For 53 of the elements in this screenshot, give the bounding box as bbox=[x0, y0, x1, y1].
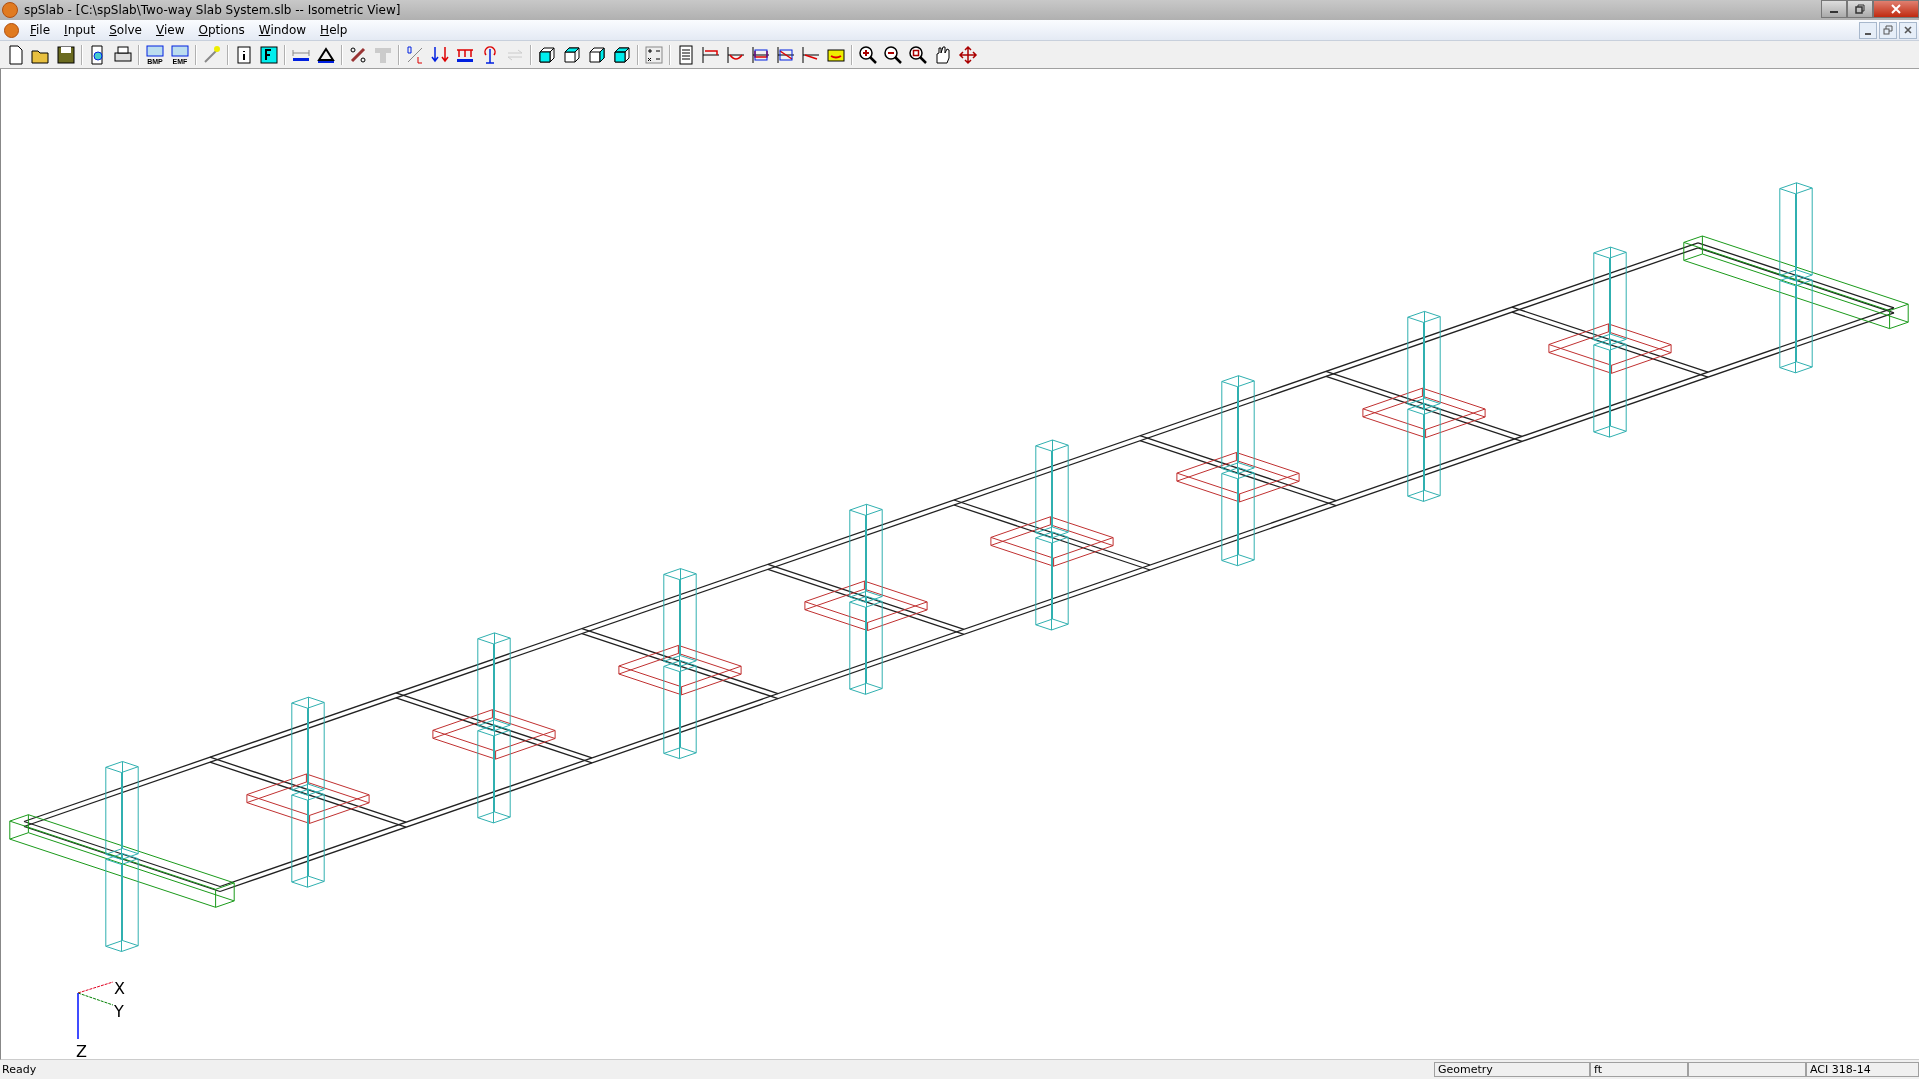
status-message: Ready bbox=[1, 1063, 38, 1076]
axis-triad-drawing bbox=[77, 981, 114, 1040]
close-icon bbox=[1889, 4, 1903, 14]
close-button[interactable] bbox=[1899, 21, 1917, 39]
diagram-icon[interactable] bbox=[701, 44, 721, 65]
restore-button[interactable] bbox=[1879, 21, 1897, 39]
diagram-icon[interactable] bbox=[801, 44, 821, 65]
report-icon[interactable] bbox=[676, 44, 696, 65]
menu-item[interactable]: Options bbox=[191, 23, 252, 37]
new-file-icon[interactable] bbox=[6, 44, 26, 65]
zoom-out-icon[interactable] bbox=[883, 44, 903, 65]
menu-item[interactable]: View bbox=[149, 23, 192, 37]
cube-icon[interactable] bbox=[587, 44, 607, 65]
status-pane: Geometry bbox=[1434, 1062, 1590, 1077]
axis-label: X bbox=[114, 979, 125, 998]
minimize-icon bbox=[1830, 11, 1838, 13]
cube-icon[interactable] bbox=[537, 44, 557, 65]
zoom-window-icon[interactable] bbox=[908, 44, 928, 65]
calculator-icon[interactable] bbox=[644, 44, 664, 65]
diagram-icon[interactable] bbox=[776, 44, 796, 65]
material-icon[interactable] bbox=[259, 44, 279, 65]
restore-icon bbox=[1854, 4, 1866, 14]
hand-icon[interactable] bbox=[933, 44, 953, 65]
minimize-button[interactable] bbox=[1859, 21, 1877, 39]
cube-icon[interactable] bbox=[612, 44, 632, 65]
restore-button[interactable] bbox=[1847, 0, 1873, 18]
load-case-icon[interactable] bbox=[405, 44, 425, 65]
cube-icon[interactable] bbox=[562, 44, 582, 65]
status-pane: ft bbox=[1590, 1062, 1688, 1077]
zoom-in-icon[interactable] bbox=[858, 44, 878, 65]
rebar-icon[interactable] bbox=[348, 44, 368, 65]
status-pane: ACI 318-14 bbox=[1806, 1062, 1919, 1077]
menu-item[interactable]: Window bbox=[251, 23, 314, 37]
diagram-icon[interactable] bbox=[726, 44, 746, 65]
app-logo-icon bbox=[2, 2, 18, 18]
pan-icon[interactable] bbox=[958, 44, 978, 65]
menu-item[interactable]: Solve bbox=[102, 23, 149, 37]
restore-icon bbox=[1883, 25, 1893, 35]
diagram-icon[interactable] bbox=[751, 44, 771, 65]
menu-item[interactable]: File bbox=[23, 23, 58, 37]
minimize-icon bbox=[1865, 33, 1871, 35]
close-button[interactable] bbox=[1873, 0, 1919, 18]
axis-label: Y bbox=[114, 1002, 124, 1021]
window-title: spSlab - [C:\spSlab\Two-way Slab System.slb -- Isometric View] bbox=[24, 3, 402, 17]
axis-label: Z bbox=[76, 1042, 87, 1059]
info-icon[interactable] bbox=[234, 44, 254, 65]
load-arrows-icon[interactable] bbox=[430, 44, 450, 65]
close-icon bbox=[1903, 25, 1913, 35]
magic-wand-icon[interactable] bbox=[202, 44, 222, 65]
minimize-button[interactable] bbox=[1821, 0, 1847, 18]
menu-item[interactable]: Help bbox=[313, 23, 355, 37]
menu-item[interactable]: Input bbox=[57, 23, 103, 37]
printer-icon[interactable] bbox=[113, 44, 133, 65]
